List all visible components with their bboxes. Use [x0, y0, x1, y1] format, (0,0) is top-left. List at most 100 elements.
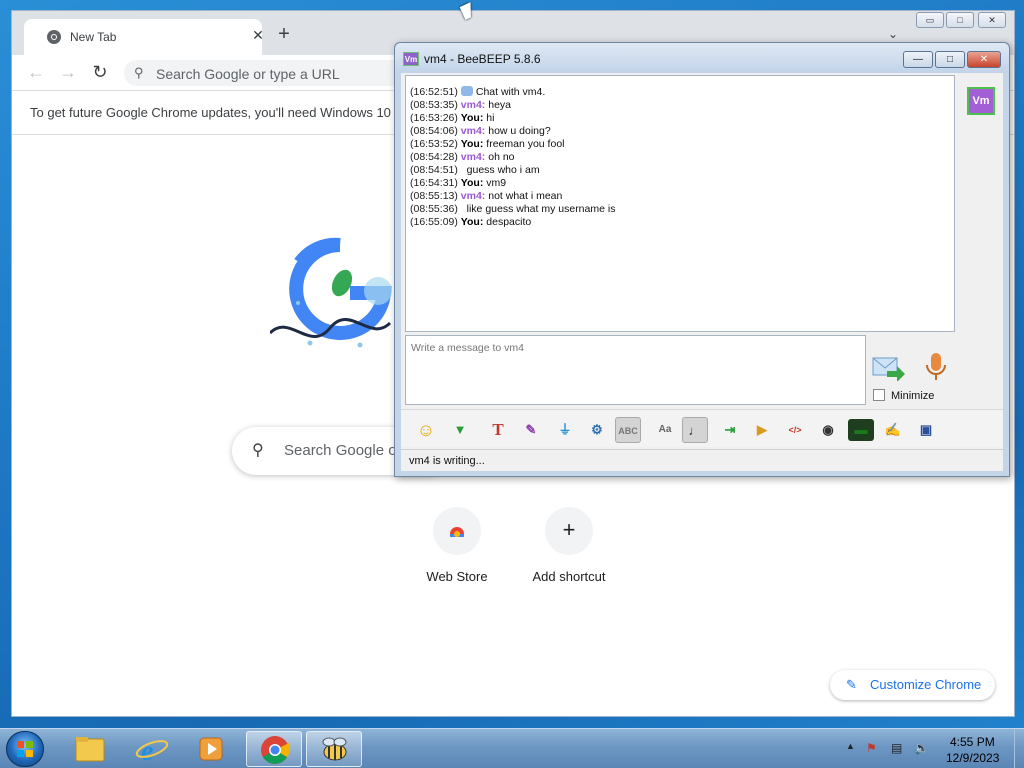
font-icon[interactable]: T — [485, 417, 511, 443]
tab-close-icon[interactable]: ✕ — [250, 27, 266, 43]
avatar[interactable]: Vm — [967, 87, 995, 115]
beebeep-content: (16:52:51) Chat with vm4. (08:53:35) vm4:… — [401, 73, 1003, 471]
chrome-close-button[interactable]: ✕ — [978, 12, 1006, 28]
status-bar: vm4 is writing... — [401, 449, 1003, 471]
send-folder-icon[interactable]: ▶ — [749, 417, 775, 443]
chrome-minimize-button[interactable]: ▭ — [916, 12, 944, 28]
google-doodle-logo[interactable] — [270, 233, 410, 353]
send-message-icon[interactable] — [871, 355, 905, 381]
chrome-window-controls: ▭ □ ✕ — [916, 12, 1012, 30]
chat-bubble-icon — [460, 86, 473, 96]
settings-icon[interactable]: ⚙ — [584, 417, 610, 443]
internet-explorer-icon: e — [135, 736, 169, 767]
taskbar-internet-explorer[interactable]: e — [124, 731, 180, 767]
message-time: (08:55:36) — [410, 203, 458, 215]
chrome-icon — [261, 736, 291, 764]
color-icon[interactable]: ▼ — [447, 417, 473, 443]
message-time: (08:54:51) — [410, 164, 458, 176]
chat-history[interactable]: (16:52:51) Chat with vm4. (08:53:35) vm4:… — [405, 75, 955, 332]
infobar-message: To get future Google Chrome updates, you… — [30, 105, 391, 120]
shortcut-label: Add shortcut — [532, 569, 606, 584]
export-icon[interactable]: ⇥ — [717, 417, 743, 443]
omnibox[interactable]: ⚲ Search Google or type a URL — [124, 60, 424, 86]
shortcut-web-store[interactable]: Web Store — [397, 507, 517, 584]
message-input[interactable]: Write a message to vm4 — [405, 335, 866, 405]
message-time: (16:53:26) — [410, 112, 458, 124]
taskbar-chrome[interactable] — [246, 731, 302, 767]
message-time: (08:54:06) — [410, 125, 458, 137]
brush-icon[interactable]: ✎ — [518, 417, 544, 443]
message-sender: You: — [460, 112, 484, 124]
tray-expand-icon[interactable]: ▲ — [846, 741, 855, 751]
tab-search-chevron-icon[interactable]: ⌄ — [888, 27, 898, 41]
emoticon-icon[interactable]: ☺ — [413, 417, 439, 443]
chrome-webstore-icon — [433, 507, 481, 555]
html-icon[interactable]: </> — [782, 417, 808, 443]
beebeep-minimize-button[interactable]: — — [903, 51, 933, 68]
message-text: how u doing? — [485, 125, 551, 137]
message-input-placeholder: Write a message to vm4 — [411, 342, 525, 354]
screenshot-icon[interactable]: ◉ — [815, 417, 841, 443]
back-arrow-icon[interactable]: ← — [26, 63, 46, 83]
customize-chrome-button[interactable]: ✎ Customize Chrome — [830, 670, 995, 700]
chrome-favicon-icon — [47, 30, 61, 44]
filter-icon[interactable]: ⏚ — [552, 417, 578, 443]
window-title: vm4 - BeeBEEP 5.8.6 — [424, 52, 541, 66]
beebeep-close-button[interactable]: ✕ — [967, 51, 1001, 68]
chat-message: (16:54:31) You: vm9 — [410, 177, 954, 190]
taskbar-explorer[interactable] — [62, 731, 118, 767]
spellcheck-icon[interactable]: ABC — [615, 417, 641, 443]
taskbar-media-player[interactable] — [184, 731, 240, 767]
beebeep-titlebar[interactable]: Vm vm4 - BeeBEEP 5.8.6 — □ ✕ — [395, 43, 1009, 73]
message-sender: vm4: — [460, 125, 486, 137]
save-icon[interactable]: ▣ — [913, 417, 939, 443]
message-sender: You: — [460, 177, 484, 189]
clock-time[interactable]: 4:55 PM — [950, 735, 995, 749]
action-center-flag-icon[interactable]: ⚑ — [866, 741, 877, 755]
search-icon: ⚲ — [252, 442, 264, 459]
message-text: Chat with vm4. — [475, 86, 546, 98]
message-sender: vm4: — [460, 151, 486, 163]
terminal-icon[interactable]: ▬ — [848, 419, 874, 441]
chrome-maximize-button[interactable]: □ — [946, 12, 974, 28]
media-player-icon — [199, 737, 223, 761]
clock-date[interactable]: 12/9/2023 — [946, 751, 999, 765]
shortcut-add[interactable]: + Add shortcut — [509, 507, 629, 584]
chat-message: (08:54:06) vm4: how u doing? — [410, 125, 954, 138]
minimize-label: Minimize — [891, 390, 935, 402]
pencil-icon: ✎ — [846, 677, 857, 692]
tab-new-tab[interactable]: New Tab ✕ — [24, 19, 264, 55]
forward-arrow-icon[interactable]: → — [58, 63, 78, 83]
svg-text:e: e — [141, 736, 153, 767]
folder-icon — [75, 737, 105, 762]
taskbar-beebeep[interactable] — [306, 731, 362, 767]
message-time: (16:53:52) — [410, 138, 458, 150]
show-desktop-button[interactable] — [1014, 729, 1024, 768]
microphone-icon[interactable] — [925, 351, 947, 383]
message-text: heya — [485, 99, 511, 111]
message-sender: vm4: — [460, 190, 486, 202]
volume-muted-icon[interactable]: 🔈 — [914, 741, 929, 755]
network-icon[interactable]: ▤ — [891, 741, 902, 755]
minimize-checkbox[interactable] — [873, 389, 885, 401]
message-time: (08:54:28) — [410, 151, 458, 163]
message-sender: vm4: — [460, 99, 486, 111]
message-text: vm9 — [483, 177, 507, 189]
music-note-icon[interactable]: ♩ — [682, 417, 708, 443]
start-button[interactable] — [6, 731, 44, 767]
message-time: (08:53:35) — [410, 99, 458, 111]
customize-chrome-label: Customize Chrome — [870, 677, 982, 692]
beebeep-maximize-button[interactable]: □ — [935, 51, 965, 68]
reload-icon[interactable]: ↻ — [90, 63, 110, 83]
message-time: (16:54:31) — [410, 177, 458, 189]
message-text: guess who i am — [466, 164, 540, 176]
chat-message: (08:55:36) like guess what my username i… — [410, 203, 954, 216]
font-size-icon[interactable]: Aa — [652, 417, 678, 443]
message-sender: You: — [460, 216, 484, 228]
chat-message: (16:52:51) Chat with vm4. — [410, 86, 954, 99]
new-tab-button[interactable]: + — [274, 24, 294, 45]
beebeep-window-controls: — □ ✕ — [903, 51, 1003, 69]
notes-icon[interactable]: ✍ — [880, 417, 906, 443]
chat-message: (16:53:26) You: hi — [410, 112, 954, 125]
chat-message: (08:53:35) vm4: heya — [410, 99, 954, 112]
